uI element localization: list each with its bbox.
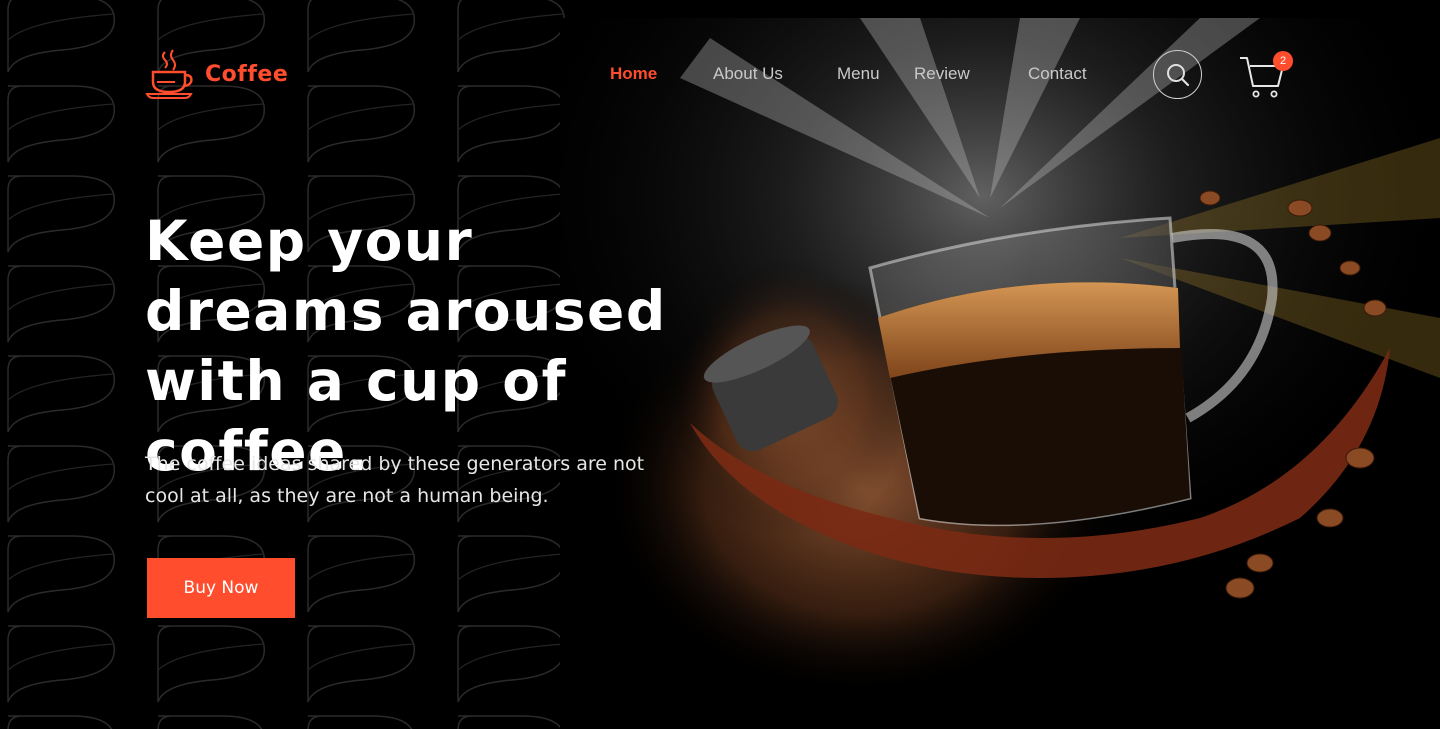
hero-subtext: The coffee ideas shared by these generat… [145,453,645,507]
nav-home[interactable]: Home [610,64,657,84]
nav-about-us[interactable]: About Us [713,64,783,84]
nav-review[interactable]: Review [914,64,970,84]
coffee-cup-icon [145,49,193,99]
hero-headline: Keep your dreams aroused with a cup of c… [145,209,667,483]
cart-count-badge: 2 [1273,51,1293,71]
nav-menu[interactable]: Menu [837,64,880,84]
brand-logo[interactable]: Coffee [145,48,288,100]
search-button[interactable] [1153,50,1202,99]
search-icon [1166,63,1189,86]
buy-now-button[interactable]: Buy Now [147,558,295,618]
brand-name: Coffee [205,61,289,87]
nav-contact[interactable]: Contact [1028,64,1087,84]
